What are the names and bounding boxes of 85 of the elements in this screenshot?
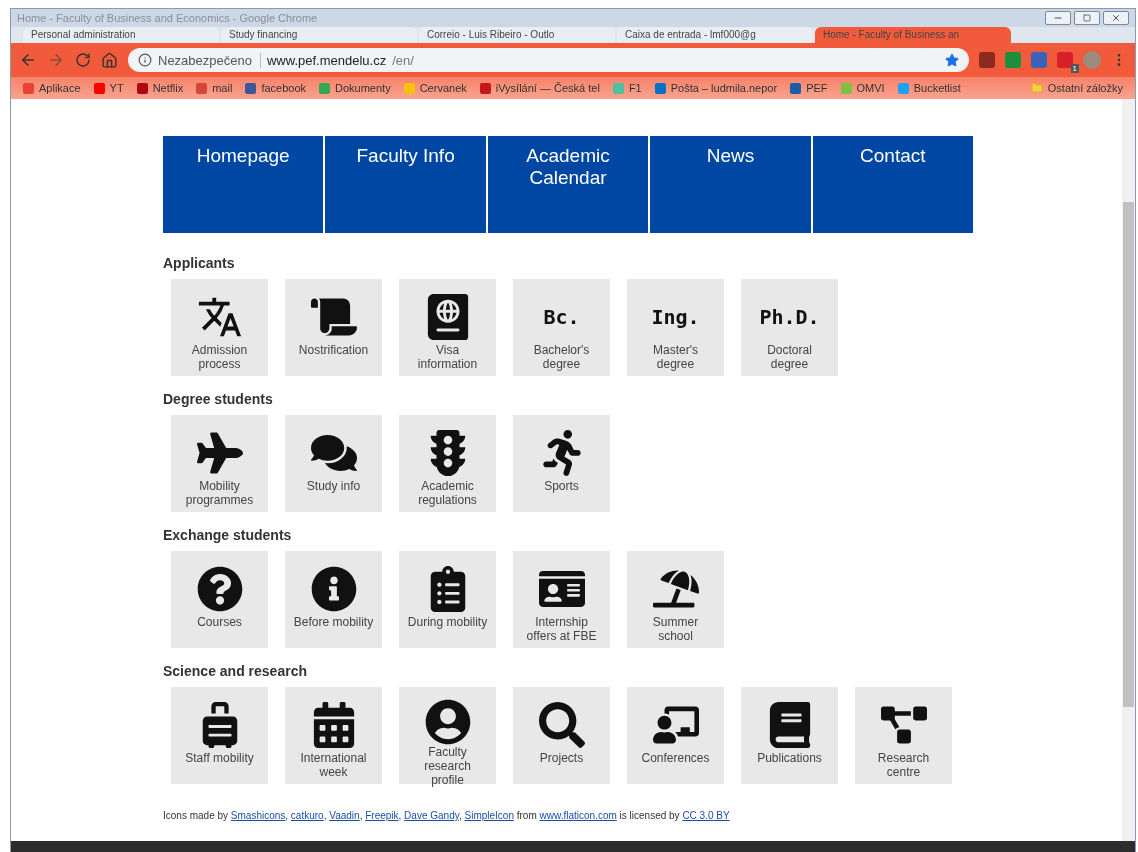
degree-abbreviation: Ing. <box>651 305 700 329</box>
bookmark-link[interactable]: YT <box>93 82 124 94</box>
minimize-button[interactable] <box>1045 11 1071 25</box>
folder-icon <box>1030 82 1043 94</box>
info-icon <box>310 566 357 612</box>
bookmark-link[interactable]: mail <box>196 82 233 94</box>
bookmark-star-icon[interactable] <box>945 53 959 67</box>
browser-tab[interactable]: Caixa de entrada - lmf000@g <box>617 27 813 43</box>
bookmark-link[interactable]: Pošta – ludmila.nepor <box>654 82 778 94</box>
browser-tab[interactable]: Study financing <box>221 27 417 43</box>
tile-link[interactable]: Academic regulations <box>399 415 496 512</box>
extension-badge: 1 <box>1070 64 1079 73</box>
license-link[interactable]: CC 3.0 BY <box>682 810 730 821</box>
tile-link[interactable]: Study info <box>285 415 382 512</box>
author-link[interactable]: Vaadin <box>329 810 360 821</box>
close-icon <box>1111 13 1121 23</box>
question-icon <box>196 566 243 612</box>
section-heading: Applicants <box>163 255 236 271</box>
scrollbar[interactable] <box>1122 99 1135 841</box>
maximize-button[interactable] <box>1074 11 1100 25</box>
bookmark-link[interactable]: F1 <box>612 82 642 94</box>
tile-link[interactable]: Nostrification <box>285 279 382 376</box>
section-heading: Science and research <box>163 663 308 679</box>
tile-link[interactable]: Bc. Bachelor's degree <box>513 279 610 376</box>
maximize-icon <box>1083 14 1091 22</box>
section-heading: Exchange students <box>163 527 293 543</box>
tile-link[interactable]: Conferences <box>627 687 724 784</box>
bookmark-link[interactable]: Bucketlist <box>897 82 961 94</box>
nav-link[interactable]: Faculty Info <box>325 136 486 233</box>
close-button[interactable] <box>1103 11 1129 25</box>
tile-link[interactable]: Ing. Master's degree <box>627 279 724 376</box>
author-link[interactable]: SimpleIcon <box>464 810 514 821</box>
browser-tab[interactable]: Correio - Luis Ribeiro - Outlo <box>419 27 615 43</box>
author-link[interactable]: Freepik <box>365 810 399 821</box>
window-title: Home - Faculty of Business and Economics - Google Chrome <box>17 12 319 24</box>
bookmark-link[interactable]: Cervanek <box>403 82 467 94</box>
url-path: /en/ <box>392 52 414 68</box>
tile-link[interactable]: Sports <box>513 415 610 512</box>
info-icon <box>138 53 152 67</box>
home-button[interactable] <box>101 51 118 69</box>
address-bar[interactable]: Nezabezpečeno www.pef.mendelu.cz /en/ <box>128 48 969 72</box>
back-button[interactable] <box>19 51 37 69</box>
forward-button[interactable] <box>47 51 65 69</box>
tile-link[interactable]: Staff mobility <box>171 687 268 784</box>
bookmark-link[interactable]: OMVI <box>840 82 885 94</box>
other-bookmarks-link[interactable]: Ostatní záložky <box>1030 82 1123 94</box>
reload-button[interactable] <box>75 52 91 68</box>
icon-credits-text: Icons made by Smashicons, catkuro, Vaadin, Freepik, Dave Gandy, SimpleIcon from www.flaticon.com is licensed by CC 3.0 BY <box>163 810 731 821</box>
tile-link[interactable]: Research centre <box>855 687 952 784</box>
tile-link[interactable]: Mobility programmes <box>171 415 268 512</box>
plane-icon <box>196 430 243 476</box>
nav-link[interactable]: Homepage <box>163 136 324 233</box>
tile-link[interactable]: Publications <box>741 687 838 784</box>
bookmark-link[interactable]: Aplikace <box>23 82 81 94</box>
bookmark-link[interactable]: Netflix <box>136 82 184 94</box>
tile-link[interactable]: Ph.D. Doctoral degree <box>741 279 838 376</box>
author-link[interactable]: catkuro <box>290 810 324 821</box>
browser-tab[interactable]: Personal administration <box>23 27 219 43</box>
tile-link[interactable]: International week <box>285 687 382 784</box>
security-label: Nezabezpečeno <box>158 52 261 68</box>
extension-icon[interactable] <box>1057 52 1073 68</box>
magnifier-icon <box>538 702 585 748</box>
tile-link[interactable]: Courses <box>171 551 268 648</box>
user-profile-icon <box>424 699 471 745</box>
nav-link[interactable]: News <box>650 136 811 233</box>
bookmark-link[interactable]: Dokumenty <box>319 82 391 94</box>
tile-link[interactable]: Before mobility <box>285 551 382 648</box>
tile-link[interactable]: Internship offers at FBE <box>513 551 610 648</box>
nav-link[interactable]: Academic Calendar <box>487 136 649 233</box>
url-host: www.pef.mendelu.cz <box>266 52 387 68</box>
bookmark-link[interactable]: facebook <box>245 82 307 94</box>
degree-abbreviation: Bc. <box>543 305 580 329</box>
tile-link[interactable]: Admission process <box>171 279 268 376</box>
tile-link[interactable]: Projects <box>513 687 610 784</box>
nav-link[interactable]: Contact <box>812 136 974 233</box>
tile-link[interactable]: Visa information <box>399 279 496 376</box>
tile-link[interactable]: During mobility <box>399 551 496 648</box>
site-link[interactable]: www.flaticon.com <box>539 810 617 821</box>
author-link[interactable]: Dave Gandy <box>404 810 459 821</box>
section-heading: Degree students <box>163 391 274 407</box>
bookmark-link[interactable]: iVysílání — Česká tel <box>479 82 600 94</box>
tile-link[interactable]: Summer school <box>627 551 724 648</box>
degree-abbreviation: Ph.D. <box>759 305 820 329</box>
scrollbar-thumb[interactable] <box>1123 202 1134 707</box>
bookmark-link[interactable]: PEF <box>790 82 828 94</box>
